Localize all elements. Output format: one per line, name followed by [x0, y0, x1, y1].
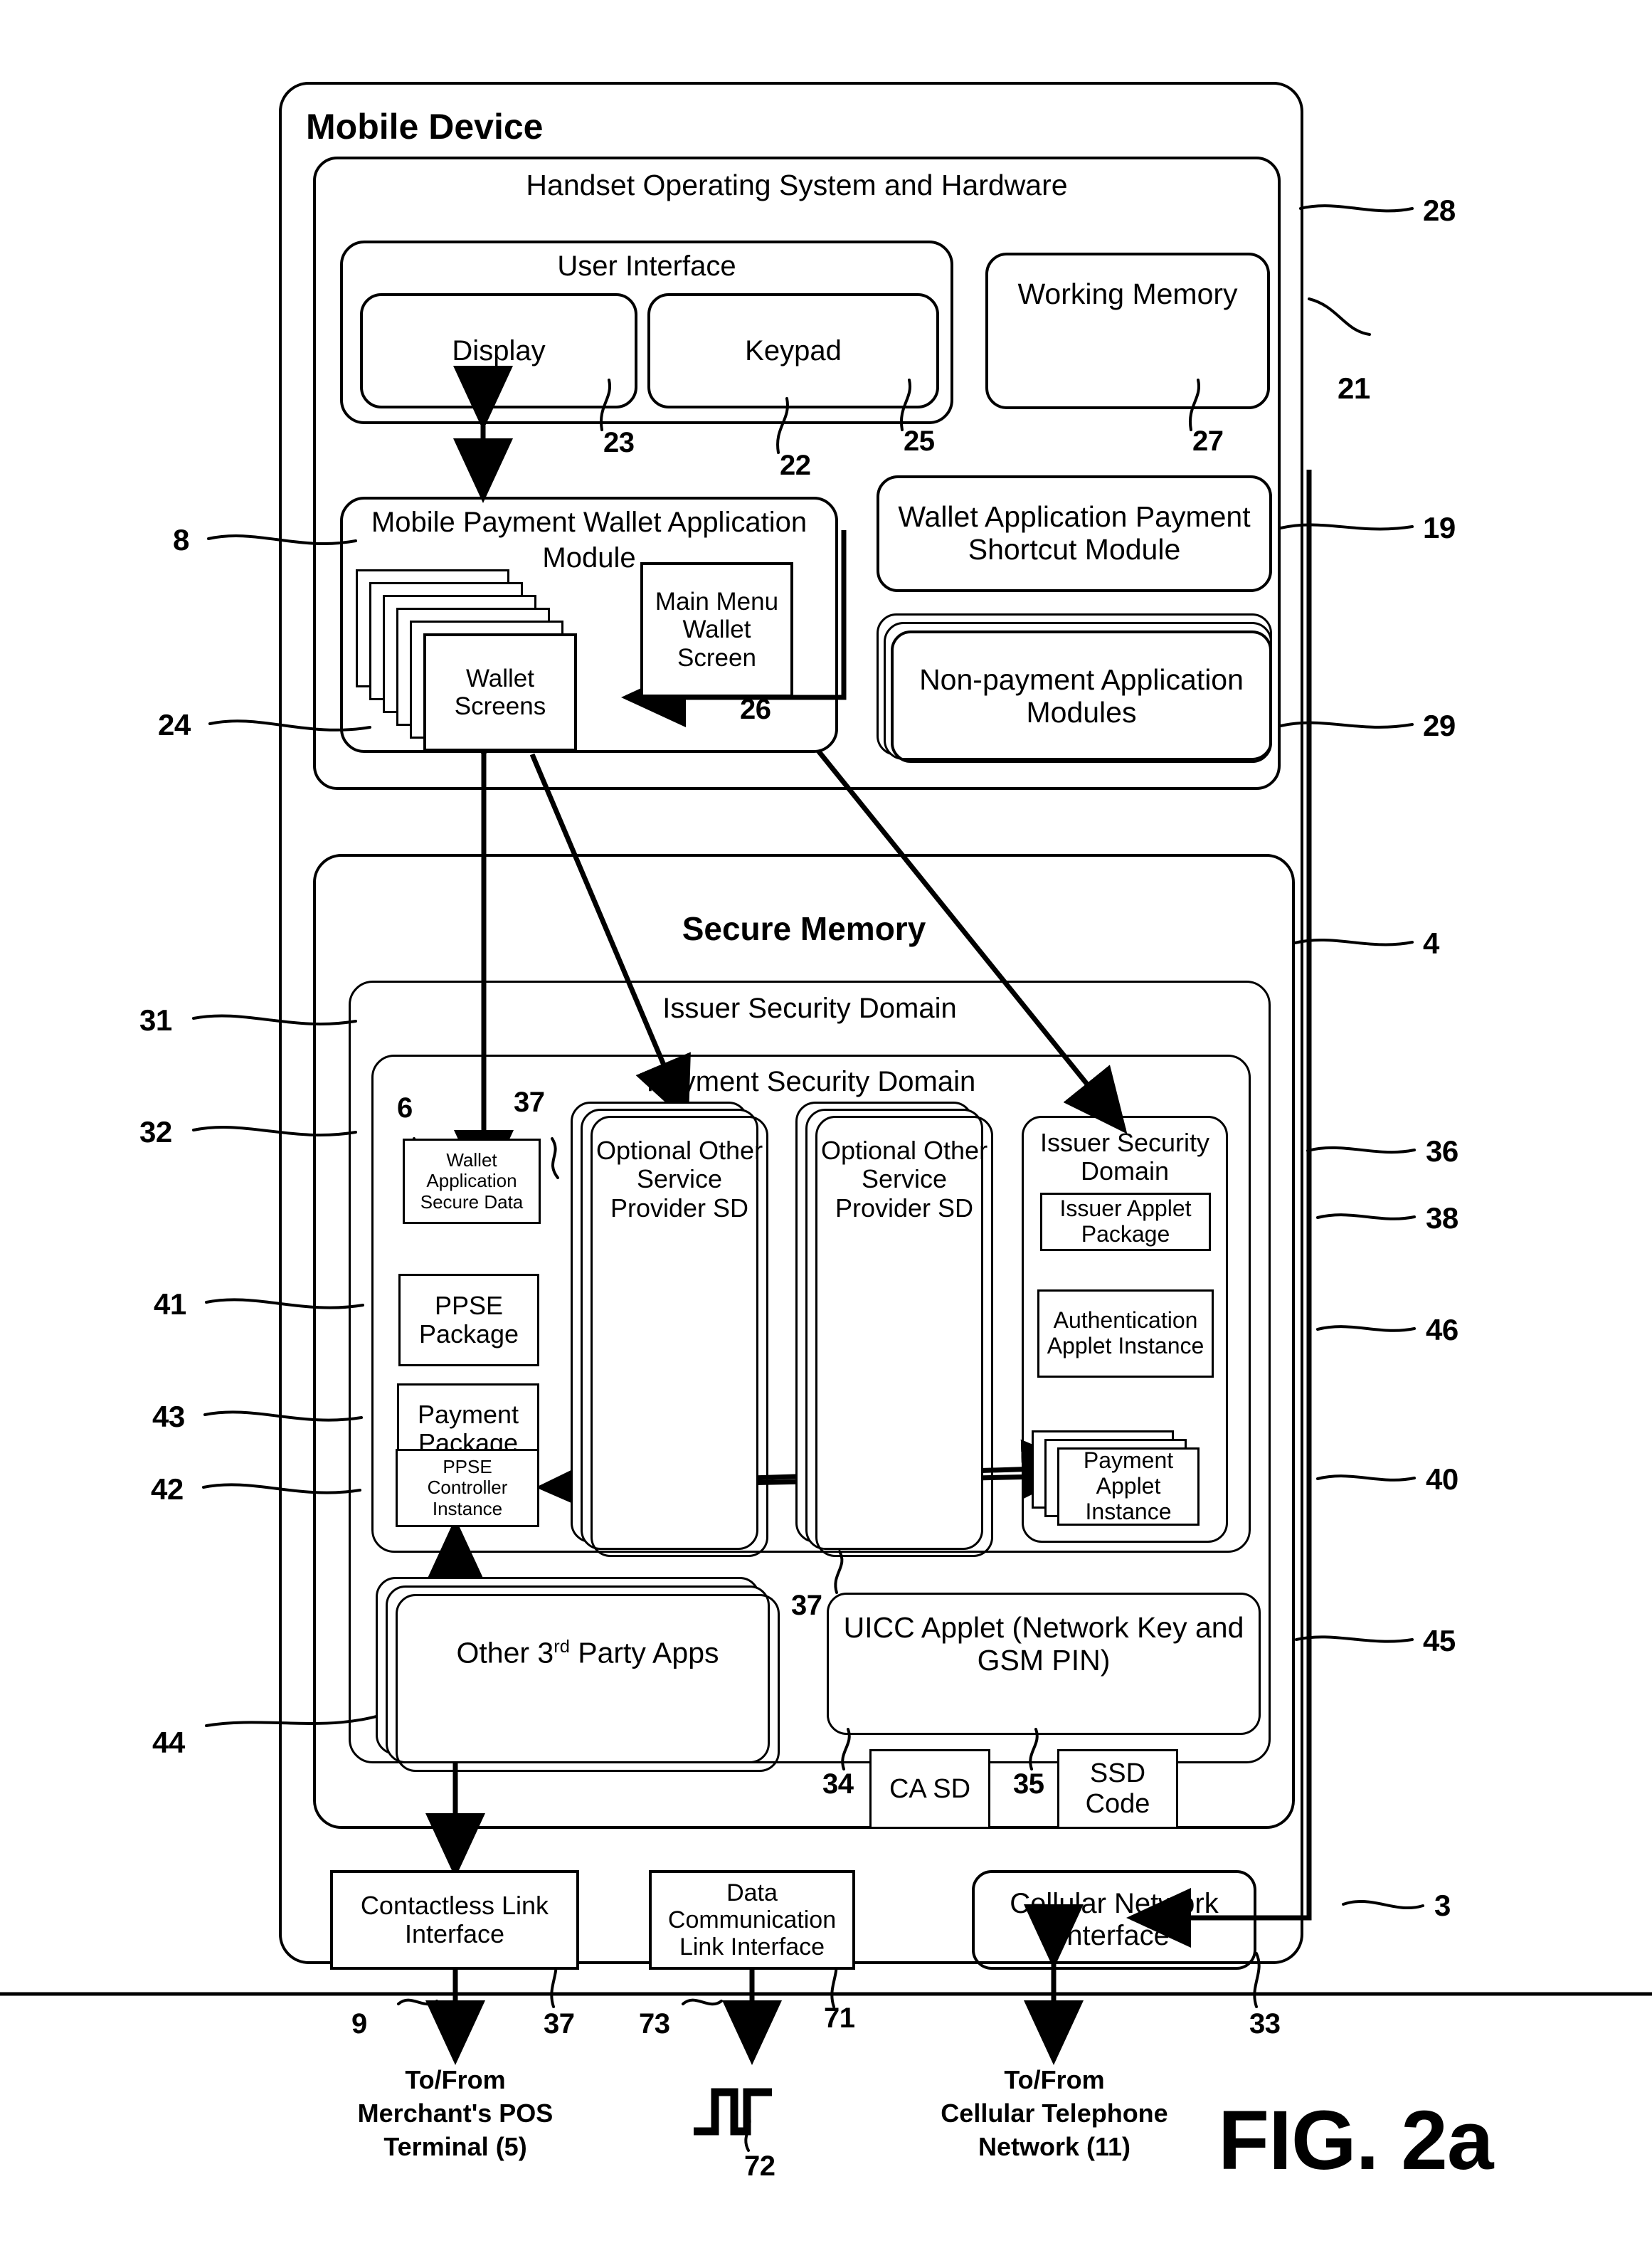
- ref-43: 43: [152, 1400, 185, 1433]
- caption-cellular-network: To/From Cellular Telephone Network (11): [941, 2065, 1168, 2161]
- ref-41: 41: [154, 1287, 186, 1321]
- ref-23: 23: [603, 427, 635, 458]
- patent-figure-page: Mobile Device Handset Operating System a…: [0, 0, 1652, 2248]
- ref-26: 26: [740, 694, 771, 725]
- ref-71: 71: [824, 2002, 855, 2034]
- ref-31: 31: [139, 1003, 172, 1037]
- nonpayment-modules-box: Non-payment Application Modules: [891, 630, 1272, 763]
- payment-security-domain-title: Payment Security Domain: [646, 1066, 976, 1097]
- ref-36: 36: [1426, 1134, 1458, 1168]
- ssd-code-box: SSD Code: [1057, 1749, 1178, 1829]
- main-menu-wallet-screen-box: Main Menu Wallet Screen: [640, 562, 793, 697]
- page-title: Mobile Device: [306, 107, 544, 147]
- ref-8: 8: [173, 523, 189, 556]
- contactless-link-interface-box: Contactless Link Interface: [330, 1870, 579, 1970]
- ppse-package-box: PPSE Package: [398, 1274, 539, 1366]
- ref-33: 33: [1249, 2008, 1281, 2039]
- third-party-apps-label-pre: Other 3: [456, 1636, 554, 1669]
- third-party-apps-label-sup: rd: [554, 1636, 570, 1657]
- issuer-security-domain-outer-title: Issuer Security Domain: [662, 993, 957, 1024]
- ppse-controller-instance-box: PPSE Controller Instance: [396, 1449, 539, 1527]
- ref-40: 40: [1426, 1462, 1458, 1496]
- ref-37-contactless: 37: [544, 2008, 575, 2039]
- ref-38: 38: [1426, 1201, 1458, 1235]
- ref-19: 19: [1423, 511, 1456, 544]
- wallet-secure-data-box: Wallet Application Secure Data: [403, 1139, 541, 1224]
- ref-37-bottom: 37: [791, 1590, 822, 1621]
- secure-memory-title: Secure Memory: [682, 910, 926, 947]
- ref-6: 6: [397, 1092, 413, 1124]
- ref-4: 4: [1423, 927, 1439, 960]
- ca-sd-box: CA SD: [869, 1749, 990, 1829]
- working-memory-box: Working Memory: [985, 253, 1270, 409]
- ref-72: 72: [744, 2151, 775, 2182]
- user-interface-title: User Interface: [557, 250, 736, 282]
- display-box: Display: [360, 293, 637, 408]
- ref-28: 28: [1423, 194, 1456, 227]
- ref-37-top: 37: [514, 1087, 545, 1118]
- ref-46: 46: [1426, 1313, 1458, 1346]
- ref-35: 35: [1013, 1768, 1044, 1800]
- ref-45: 45: [1423, 1624, 1456, 1657]
- ref-44: 44: [152, 1726, 185, 1759]
- issuer-security-domain-inner-title: Issuer Security Domain: [1039, 1128, 1210, 1186]
- wallet-app-module-title-line1: Mobile Payment Wallet Application: [371, 507, 808, 538]
- ref-32: 32: [139, 1115, 172, 1149]
- ref-25: 25: [904, 426, 935, 457]
- ref-29: 29: [1423, 709, 1456, 742]
- issuer-applet-package-box: Issuer Applet Package: [1040, 1193, 1211, 1251]
- payment-applet-instance-box: Payment Applet Instance: [1057, 1447, 1200, 1526]
- caption-merchant-pos: To/From Merchant's POS Terminal (5): [357, 2065, 554, 2161]
- other-sd-2-box: Optional Other Service Provider SD: [815, 1116, 993, 1557]
- third-party-apps-label: Other 3rd Party Apps: [396, 1604, 780, 1669]
- ref-42: 42: [151, 1472, 184, 1506]
- data-communication-link-interface-box: Data Communication Link Interface: [649, 1870, 855, 1970]
- handset-os-title: Handset Operating System and Hardware: [526, 169, 1068, 201]
- ref-9: 9: [351, 2008, 367, 2039]
- third-party-apps-label-post: Party Apps: [569, 1636, 719, 1669]
- ref-73: 73: [639, 2008, 670, 2039]
- ref-24: 24: [158, 708, 191, 742]
- keypad-box: Keypad: [647, 293, 939, 408]
- ref-3: 3: [1434, 1889, 1451, 1922]
- authentication-applet-instance-box: Authentication Applet Instance: [1037, 1289, 1214, 1378]
- ref-34: 34: [822, 1768, 854, 1800]
- figure-label: FIG. 2a: [1218, 2094, 1493, 2188]
- shortcut-module-box: Wallet Application Payment Shortcut Modu…: [877, 475, 1272, 592]
- ref-21: 21: [1338, 371, 1370, 405]
- wallet-screens-box: Wallet Screens: [423, 633, 577, 751]
- uicc-applet-box: UICC Applet (Network Key and GSM PIN): [827, 1593, 1261, 1735]
- ref-27: 27: [1192, 426, 1224, 457]
- cellular-network-interface-box: Cellular Network Interface: [972, 1870, 1256, 1970]
- ref-22: 22: [780, 450, 811, 481]
- other-sd-1-box: Optional Other Service Provider SD: [591, 1116, 768, 1557]
